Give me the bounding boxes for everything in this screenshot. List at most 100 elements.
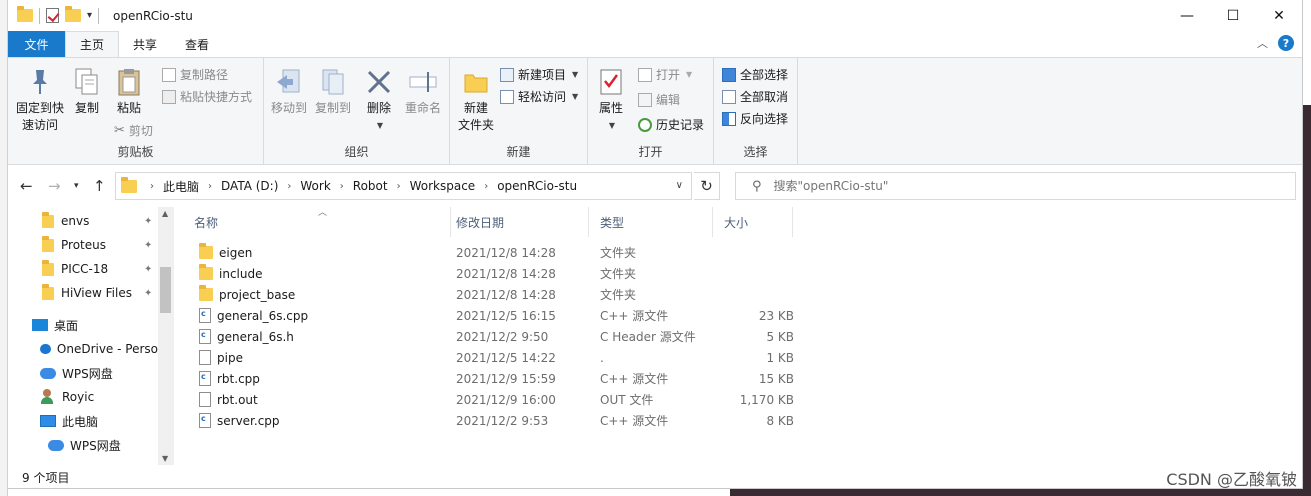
- nav-item-proteus[interactable]: Proteus ✦: [8, 233, 158, 257]
- file-row[interactable]: general_6s.cpp 2021/12/5 16:15 C++ 源文件 2…: [183, 305, 823, 326]
- file-row[interactable]: general_6s.h 2021/12/2 9:50 C Header 源文件…: [183, 326, 823, 347]
- invert-selection-button[interactable]: 反向选择: [722, 110, 788, 127]
- forward-arrow-icon[interactable]: →: [48, 177, 61, 195]
- history-button[interactable]: 历史记录: [638, 116, 704, 133]
- select-all-button[interactable]: 全部选择: [722, 66, 788, 83]
- tab-view[interactable]: 查看: [171, 31, 223, 57]
- pin-icon[interactable]: ✦: [144, 240, 152, 251]
- file-name: rbt.cpp: [217, 371, 260, 386]
- search-box[interactable]: ⚲: [735, 172, 1296, 200]
- nav-item-onedrive[interactable]: OneDrive - Perso: [8, 337, 158, 361]
- column-header-type[interactable]: 类型: [589, 207, 713, 237]
- nav-item-user[interactable]: Royic: [8, 385, 158, 409]
- rename-button[interactable]: 重命名: [402, 66, 444, 117]
- address-dropdown-icon[interactable]: ∨: [676, 180, 683, 191]
- open-button[interactable]: 打开 ▼: [638, 66, 692, 83]
- file-row[interactable]: server.cpp 2021/12/2 9:53 C++ 源文件 8 KB: [183, 410, 823, 431]
- tab-share[interactable]: 共享: [119, 31, 171, 57]
- new-folder-button[interactable]: 新建 文件夹: [454, 66, 498, 134]
- chevron-right-icon[interactable]: ›: [287, 181, 291, 192]
- delete-button[interactable]: 删除 ▼: [364, 66, 394, 134]
- file-row[interactable]: project_base 2021/12/8 14:28 文件夹: [183, 284, 823, 305]
- chevron-right-icon[interactable]: ›: [340, 181, 344, 192]
- easy-access-icon: [500, 89, 514, 104]
- nav-item-hiview-files[interactable]: HiView Files ✦: [8, 281, 158, 305]
- address-bar[interactable]: › 此电脑 › DATA (D:) › Work › Robot › Works…: [115, 172, 692, 200]
- copy-to-icon: [318, 66, 348, 98]
- breadcrumb-item[interactable]: Workspace: [410, 179, 476, 193]
- customize-toolbar-icon[interactable]: ▾: [87, 10, 92, 21]
- copy-to-button[interactable]: 复制到: [312, 66, 354, 117]
- file-size: 23 KB: [758, 308, 794, 323]
- cut-button[interactable]: ✂ 剪切: [114, 122, 153, 139]
- easy-access-button[interactable]: 轻松访问 ▼: [500, 88, 578, 105]
- breadcrumb-item[interactable]: openRCio-stu: [497, 179, 577, 193]
- nav-item-wps-drive[interactable]: WPS网盘: [8, 361, 158, 385]
- select-none-button[interactable]: 全部取消: [722, 88, 788, 105]
- chevron-right-icon[interactable]: ›: [208, 181, 212, 192]
- search-input[interactable]: [773, 179, 1254, 193]
- file-type: C Header 源文件: [600, 330, 696, 344]
- file-name: rbt.out: [217, 392, 258, 407]
- pin-icon[interactable]: ✦: [144, 216, 152, 227]
- chevron-down-icon: ▼: [572, 92, 579, 101]
- chevron-right-icon[interactable]: ›: [484, 181, 488, 192]
- scrollbar-thumb[interactable]: [160, 267, 171, 313]
- refresh-icon[interactable]: ↻: [694, 172, 720, 200]
- maximize-button[interactable]: ☐: [1210, 0, 1256, 31]
- file-size: 1 KB: [766, 350, 794, 365]
- edit-button[interactable]: 编辑: [638, 91, 680, 108]
- up-arrow-icon[interactable]: ↑: [93, 177, 106, 195]
- scroll-down-icon[interactable]: ▼: [162, 454, 168, 463]
- back-arrow-icon[interactable]: ←: [20, 177, 33, 195]
- quick-access-toolbar: ▾: [8, 6, 100, 24]
- breadcrumb-item[interactable]: Work: [300, 179, 330, 193]
- properties-icon[interactable]: [46, 8, 59, 23]
- file-row[interactable]: rbt.out 2021/12/9 16:00 OUT 文件 1,170 KB: [183, 389, 823, 410]
- paste-button[interactable]: 粘贴: [112, 66, 146, 117]
- file-row[interactable]: pipe 2021/12/5 14:22 . 1 KB: [183, 347, 823, 368]
- column-header-name[interactable]: ︿ 名称: [183, 207, 451, 237]
- select-all-icon: [722, 67, 736, 82]
- file-row[interactable]: eigen 2021/12/8 14:28 文件夹: [183, 242, 823, 263]
- new-folder-icon[interactable]: [65, 6, 81, 22]
- file-size: 8 KB: [766, 413, 794, 428]
- pin-quick-access-button[interactable]: 固定到快 速访问: [14, 66, 66, 134]
- breadcrumb-item[interactable]: 此电脑: [163, 178, 199, 195]
- nav-scrollbar[interactable]: ▲ ▼: [158, 207, 174, 465]
- file-row[interactable]: rbt.cpp 2021/12/9 15:59 C++ 源文件 15 KB: [183, 368, 823, 389]
- nav-item-picc18[interactable]: PICC-18 ✦: [8, 257, 158, 281]
- file-row[interactable]: include 2021/12/8 14:28 文件夹: [183, 263, 823, 284]
- chevron-right-icon[interactable]: ›: [397, 181, 401, 192]
- nav-item-this-pc[interactable]: 此电脑: [8, 409, 158, 433]
- recent-locations-icon[interactable]: ▾: [74, 181, 79, 191]
- nav-item-envs[interactable]: envs ✦: [8, 209, 158, 233]
- explorer-window: ▾ openRCio-stu — ☐ ✕ 文件 主页 共享 查看 ︿ ? 固定到…: [8, 0, 1303, 489]
- breadcrumb-item[interactable]: DATA (D:): [221, 179, 278, 193]
- column-header-size[interactable]: 大小: [713, 207, 793, 237]
- copy-path-button[interactable]: 复制路径: [162, 66, 228, 83]
- scroll-up-icon[interactable]: ▲: [162, 209, 168, 218]
- pin-icon[interactable]: ✦: [144, 264, 152, 275]
- nav-item-label: WPS网盘: [62, 366, 113, 381]
- new-item-button[interactable]: 新建项目 ▼: [500, 66, 578, 83]
- nav-item-wps-drive-2[interactable]: WPS网盘: [8, 433, 158, 457]
- help-icon[interactable]: ?: [1278, 35, 1294, 51]
- nav-item-desktop[interactable]: 桌面: [8, 313, 158, 337]
- clipboard-group-label: 剪贴板: [117, 145, 154, 159]
- column-header-date[interactable]: 修改日期: [445, 207, 589, 237]
- breadcrumb-item[interactable]: Robot: [353, 179, 388, 193]
- properties-button[interactable]: 属性 ▼: [594, 66, 628, 134]
- copy-button[interactable]: 复制: [70, 66, 104, 117]
- minimize-button[interactable]: —: [1164, 0, 1210, 31]
- move-to-button[interactable]: 移动到: [268, 66, 310, 117]
- collapse-ribbon-icon[interactable]: ︿: [1257, 35, 1268, 51]
- tab-file[interactable]: 文件: [8, 31, 65, 57]
- paste-shortcut-button[interactable]: 粘贴快捷方式: [162, 88, 252, 105]
- delete-dropdown-icon[interactable]: ▼: [377, 117, 383, 134]
- close-button[interactable]: ✕: [1256, 0, 1302, 31]
- pin-icon[interactable]: ✦: [144, 288, 152, 299]
- tab-home[interactable]: 主页: [65, 31, 120, 57]
- file-type: C++ 源文件: [600, 414, 669, 428]
- properties-dropdown-icon[interactable]: ▼: [609, 117, 615, 134]
